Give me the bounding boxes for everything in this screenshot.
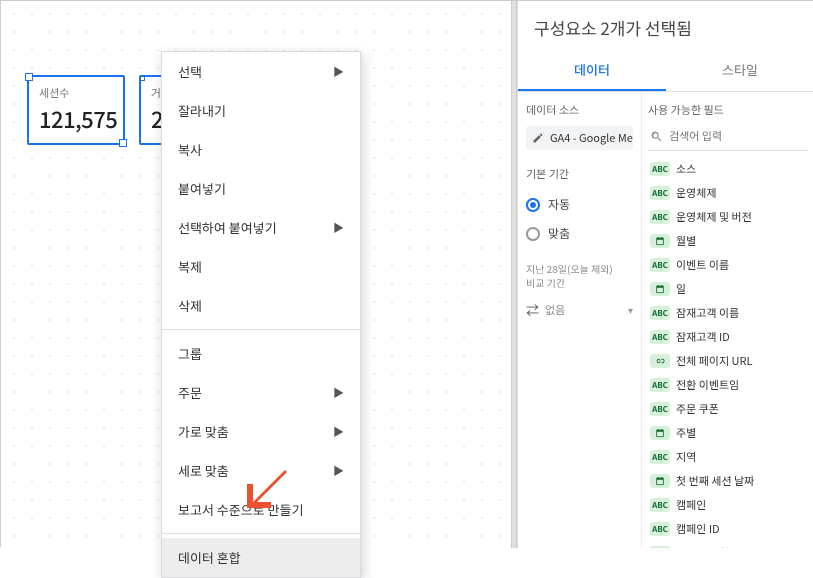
menu-divider [162,329,360,330]
tab-data[interactable]: 데이터 [518,50,666,91]
menu-item[interactable]: 주문 ▶ [162,373,360,412]
menu-item-label: 보고서 수준으로 만들기 [178,500,303,519]
scorecard-sessions[interactable]: 세션수 121,575 [27,75,125,145]
menu-item[interactable]: 데이터 혼합 [162,538,360,577]
menu-item[interactable]: 삭제 [162,286,360,325]
period-custom-radio[interactable]: 맞춤 [526,219,633,248]
menu-item[interactable]: 복사 [162,130,360,169]
panel-tabs: 데이터 스타일 [518,50,813,92]
field-item[interactable]: 전체 페이지 URL [648,349,808,373]
field-item[interactable]: ABC지역 [648,445,808,469]
field-item[interactable]: 첫 번째 세션 날짜 [648,469,808,493]
menu-item-label: 그룹 [178,344,202,363]
menu-item-label: 잘라내기 [178,101,226,120]
radio-checked-icon [526,198,540,212]
chevron-right-icon: ▶ [333,424,344,440]
data-settings-column: 데이터 소스 GA4 - Google Mer... 기본 기간 자동 맞춤 지… [518,92,642,548]
field-item[interactable]: ABC운영체제 [648,181,808,205]
menu-item-label: 복사 [178,140,202,159]
field-label: 전환 이벤트임 [676,377,739,393]
field-label: 일 [676,281,686,297]
menu-item-label: 복제 [178,257,202,276]
period-note: 지난 28일(오늘 제외) 비교 기간 [526,262,633,290]
field-item[interactable]: 주별 [648,421,808,445]
menu-item-label: 주문 [178,383,202,402]
field-item[interactable]: 월별 [648,229,808,253]
data-source-name: GA4 - Google Mer... [550,130,633,146]
data-source-chip[interactable]: GA4 - Google Mer... [526,126,633,150]
chevron-right-icon: ▶ [333,463,344,479]
menu-item[interactable]: 선택 ▶ [162,52,360,91]
menu-item-label: 삭제 [178,296,202,315]
default-period-label: 기본 기간 [526,166,633,182]
menu-item[interactable]: 붙여넣기 [162,169,360,208]
field-label: 운영체제 [676,185,716,201]
field-item[interactable]: ABC소스 [648,157,808,181]
menu-item[interactable]: 세로 맞춤 ▶ [162,451,360,490]
field-label: 이벤트 이름 [676,257,729,273]
field-item[interactable]: ABC주문 쿠폰 [648,397,808,421]
field-item[interactable]: ABC전환 이벤트임 [648,373,808,397]
period-auto-radio[interactable]: 자동 [526,190,633,219]
menu-item-label: 데이터 혼합 [178,548,241,567]
available-fields-column: 사용 가능한 필드 ABC소스ABC운영체제ABC운영체제 및 버전월별 ABC이… [642,92,813,548]
field-item[interactable]: ABC이벤트 이름 [648,253,808,277]
data-source-label: 데이터 소스 [526,102,633,118]
panel-title: 구성요소 2개가 선택됨 [518,1,813,50]
menu-item[interactable]: 보고서 수준으로 만들기 [162,490,360,529]
menu-item[interactable]: 복제 [162,247,360,286]
menu-item[interactable]: 선택하여 붙여넣기 ▶ [162,208,360,247]
context-menu[interactable]: 선택▶잘라내기복사붙여넣기선택하여 붙여넣기▶복제삭제그룹주문▶가로 맞춤▶세로… [161,51,361,578]
field-label: 운영체제 및 버전 [676,209,752,225]
field-label: 월별 [676,233,696,249]
field-item[interactable]: 일 [648,277,808,301]
menu-item-label: 선택 [178,62,202,81]
menu-item[interactable]: 그룹 [162,334,360,373]
field-label: 주별 [676,425,696,441]
field-search-input[interactable] [669,128,806,144]
field-label: 지역 [676,449,696,465]
radio-unchecked-icon [526,227,540,241]
field-label: 첫 번째 세션 날짜 [676,473,754,489]
field-label: 소스 [676,161,696,177]
scorecard-label: 세션수 [39,85,113,101]
field-item[interactable]: ABC캠페인 ID [648,517,808,541]
pencil-icon [532,132,544,144]
search-icon [650,130,663,143]
menu-item-label: 가로 맞춤 [178,422,229,441]
field-label: 잠재고객 이름 [676,305,739,321]
chevron-down-icon: ▾ [628,302,633,317]
menu-item-label: 선택하여 붙여넣기 [178,218,277,237]
menu-divider [162,533,360,534]
menu-item[interactable]: 가로 맞춤 ▶ [162,412,360,451]
field-label: 캠페인 [676,497,706,513]
menu-item-label: 세로 맞춤 [178,461,229,480]
chevron-right-icon: ▶ [333,385,344,401]
available-fields-label: 사용 가능한 필드 [648,102,808,118]
chevron-right-icon: ▶ [333,64,344,80]
field-search[interactable] [648,126,808,151]
field-item[interactable]: ABC잠재고객 이름 [648,301,808,325]
menu-item[interactable]: 잘라내기 [162,91,360,130]
field-item[interactable]: ABC운영체제 및 버전 [648,205,808,229]
field-item[interactable]: ABC캠페인 [648,493,808,517]
scorecard-value: 121,575 [39,103,113,135]
field-label: 캠페인 ID [676,521,720,537]
chevron-right-icon: ▶ [333,220,344,236]
menu-item-label: 붙여넣기 [178,179,226,198]
compare-period-dropdown[interactable]: ⇄ 없음 ▾ [526,300,633,319]
field-item[interactable]: ABC잠재고객 ID [648,325,808,349]
field-label: 전체 페이지 URL [676,353,752,369]
field-label: 주문 쿠폰 [676,401,719,417]
properties-panel: 구성요소 2개가 선택됨 데이터 스타일 데이터 소스 GA4 - Google… [517,1,813,548]
tab-style[interactable]: 스타일 [666,50,813,91]
field-label: 잠재고객 ID [676,329,730,345]
